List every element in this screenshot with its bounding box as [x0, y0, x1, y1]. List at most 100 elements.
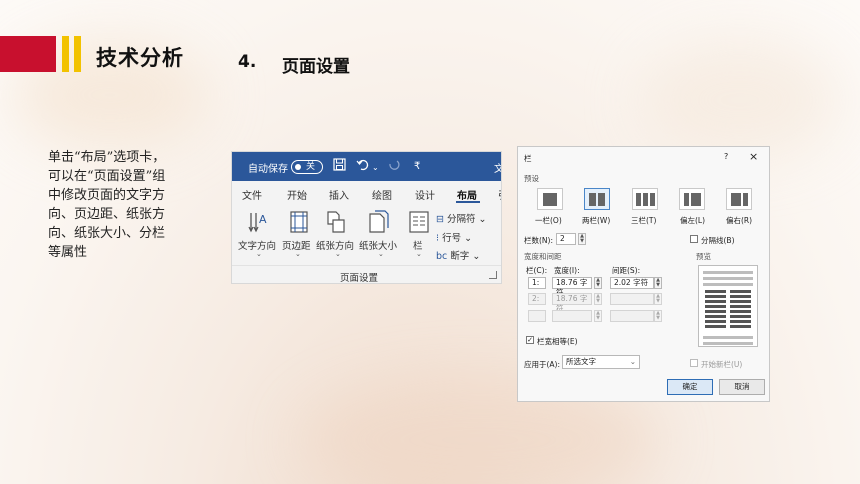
dialog-title: 栏 [524, 154, 532, 163]
tab-insert[interactable]: 插入 [329, 187, 349, 202]
width-spinner[interactable]: ▲ ▼ [594, 277, 602, 289]
new-column-label: 开始新栏(U) [701, 360, 743, 369]
preset-label: 偏左(L) [680, 216, 706, 225]
preset-one-column[interactable] [537, 188, 563, 210]
ok-button[interactable]: 确定 [667, 379, 713, 395]
separator-checkbox[interactable] [690, 235, 698, 243]
apply-to-value: 所选文字 [566, 357, 596, 366]
tab-design[interactable]: 设计 [415, 187, 435, 202]
paper-size-icon[interactable] [368, 210, 390, 234]
preview-column-line [730, 320, 751, 323]
columns-icon[interactable] [408, 210, 430, 234]
col-header: 栏(C): [526, 266, 548, 275]
preset-label: 一栏(O) [535, 216, 562, 225]
preset-bar [684, 193, 689, 206]
preview-column-line [705, 300, 726, 303]
preset-bar [643, 193, 648, 206]
width-input[interactable]: 18.76 字符 [552, 277, 592, 297]
breaks-button[interactable]: ⊟ 分隔符 ⌄ [436, 211, 487, 225]
width-input: 18.76 字符 [552, 293, 592, 313]
preset-bar [650, 193, 655, 206]
orientation-icon[interactable] [325, 210, 347, 234]
preview-column-line [730, 295, 751, 298]
preview-column-line [705, 310, 726, 313]
save-icon[interactable] [333, 158, 346, 176]
preview-column-line [730, 315, 751, 318]
header-red-block [0, 36, 56, 72]
preview-column-line [730, 305, 751, 308]
spacing-spinner[interactable]: ▲ ▼ [654, 277, 662, 289]
svg-text:A: A [259, 213, 267, 226]
preset-bar [543, 193, 557, 206]
tab-draw[interactable]: 绘图 [372, 187, 392, 202]
text-direction-icon[interactable]: A [247, 210, 269, 234]
column-index [528, 310, 546, 322]
preview-line [703, 336, 753, 339]
column-count-input[interactable]: 2 [556, 233, 576, 245]
line-numbers-icon: ⁝ [436, 233, 440, 244]
width-spinner: ▲ ▼ [594, 293, 602, 305]
preview-column-line [730, 290, 751, 293]
preset-bar [731, 193, 741, 206]
preview-pane [698, 265, 758, 347]
columns-dialog: 栏 ? × 预设 一栏(O) 两栏(W) 三栏(T) 偏左(L) 偏右(R) 栏… [517, 146, 770, 402]
preset-right[interactable] [726, 188, 752, 210]
chevron-down-icon: ⌄ [335, 250, 341, 258]
line-numbers-button[interactable]: ⁝ 行号 ⌄ [436, 230, 472, 244]
equal-width-checkbox[interactable]: ✓ [526, 336, 534, 344]
preview-column-line [705, 325, 726, 328]
spacing-spinner: ▲ ▼ [654, 293, 662, 305]
preview-column-line [705, 320, 726, 323]
tab-home[interactable]: 开始 [287, 187, 307, 202]
close-button[interactable]: × [749, 150, 758, 163]
tab-layout[interactable]: 布局 [457, 187, 477, 202]
column-index: 1: [528, 277, 546, 289]
preview-column-line [730, 325, 751, 328]
autosave-toggle[interactable]: 关 [291, 160, 323, 174]
preset-two-columns[interactable] [584, 188, 610, 210]
active-tab-underline [456, 201, 480, 203]
column-index: 2: [528, 293, 546, 305]
cancel-button[interactable]: 取消 [719, 379, 765, 395]
separator-label: 分隔线(B) [701, 236, 735, 245]
spacing-input [610, 310, 654, 322]
chevron-down-icon: ⌄ [256, 250, 262, 258]
hyphenation-button[interactable]: bc 断字 ⌄ [436, 248, 480, 262]
undo-dropdown-icon[interactable]: ⌄ [372, 160, 379, 176]
undo-icon[interactable] [356, 158, 370, 176]
help-button[interactable]: ? [724, 152, 728, 161]
margins-icon[interactable] [288, 210, 310, 234]
preview-column-line [705, 295, 726, 298]
spacing-spinner: ▲ ▼ [654, 310, 662, 322]
apply-to-select[interactable]: 所选文字 ⌄ [562, 355, 640, 369]
preset-bar [589, 193, 596, 206]
width-header: 宽度(I): [554, 266, 580, 275]
breaks-label: 分隔符 [447, 214, 476, 225]
column-count-label: 栏数(N): [524, 236, 553, 245]
dialog-launcher-icon[interactable] [489, 271, 497, 279]
preview-column-line [730, 300, 751, 303]
chevron-down-icon: ⌄ [416, 250, 422, 258]
customize-toolbar-icon[interactable]: ₹ [414, 159, 420, 175]
equal-width-label: 栏宽相等(E) [537, 337, 578, 346]
group-label: 页面设置 [340, 273, 379, 284]
ribbon-tabs: 文件 开始 插入 绘图 设计 布局 引 [232, 183, 501, 205]
preview-column-line [705, 305, 726, 308]
preset-label: 三栏(T) [631, 216, 657, 225]
tab-references[interactable]: 引 [498, 187, 501, 202]
spacing-input[interactable]: 2.02 字符 [610, 277, 654, 289]
preset-bar [636, 193, 641, 206]
width-spacing-label: 宽度和间距 [524, 252, 562, 261]
preset-left[interactable] [679, 188, 705, 210]
tab-file[interactable]: 文件 [242, 187, 262, 202]
width-input [552, 310, 592, 322]
chevron-down-icon: ⌄ [378, 250, 384, 258]
breaks-icon: ⊟ [436, 214, 444, 225]
background-glow [640, 40, 840, 160]
column-count-spinner[interactable]: ▲ ▼ [578, 233, 586, 245]
chevron-down-icon: ⌄ [295, 250, 301, 258]
section-number: 4. [238, 52, 257, 72]
preset-bar [691, 193, 701, 206]
preview-column-line [705, 315, 726, 318]
preset-three-columns[interactable] [632, 188, 658, 210]
